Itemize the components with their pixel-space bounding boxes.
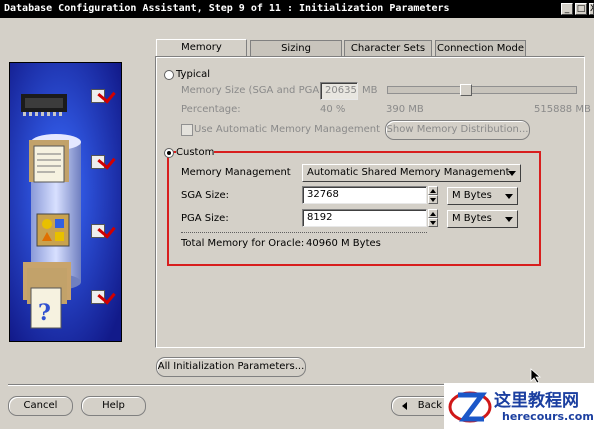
- shapes-icon: [36, 213, 70, 247]
- arrow-left-icon: [402, 402, 407, 410]
- sga-spin-up-icon[interactable]: [428, 186, 438, 195]
- total-memory-value: 40960 M Bytes: [306, 238, 381, 249]
- memory-management-value: Automatic Shared Memory Management: [307, 167, 510, 178]
- mouse-cursor-icon: [530, 368, 542, 384]
- window-title: Database Configuration Assistant, Step 9…: [4, 3, 450, 14]
- slider-max-label: 515888 MB: [534, 104, 591, 115]
- pga-spin-down-icon[interactable]: [428, 218, 438, 227]
- sga-unit-value: M Bytes: [452, 190, 492, 201]
- slider-min-label: 390 MB: [386, 104, 424, 115]
- cancel-button[interactable]: Cancel: [8, 396, 73, 416]
- memory-slider-track[interactable]: [387, 84, 577, 96]
- back-label: Back: [417, 400, 442, 411]
- watermark: 这里教程网 herecours.com: [444, 383, 594, 429]
- tab-character-sets[interactable]: Character Sets: [344, 40, 432, 57]
- total-divider: [181, 232, 427, 233]
- sga-size-input[interactable]: 32768: [302, 186, 427, 204]
- help-button[interactable]: Help: [81, 396, 146, 416]
- tab-connection-mode[interactable]: Connection Mode: [435, 40, 526, 57]
- tab-sizing[interactable]: Sizing: [250, 40, 342, 57]
- memory-size-unit: MB: [362, 85, 378, 96]
- watermark-logo-icon: [448, 391, 492, 423]
- memory-size-label: Memory Size (SGA and PGA):: [181, 85, 327, 96]
- percentage-label: Percentage:: [181, 104, 241, 115]
- show-memory-distribution-button[interactable]: Show Memory Distribution...: [385, 120, 530, 140]
- step-complete-check-icon: [91, 224, 105, 238]
- watermark-cn-text: 这里教程网: [494, 391, 579, 411]
- pga-unit-select[interactable]: M Bytes: [447, 210, 518, 228]
- wizard-image-panel: ?: [9, 62, 122, 342]
- step-complete-check-icon: [91, 155, 105, 169]
- typical-label: Typical: [176, 69, 210, 80]
- chevron-down-icon: [505, 194, 513, 199]
- memory-slider-thumb[interactable]: [460, 84, 472, 96]
- documents-icon: [29, 140, 69, 183]
- sga-size-label: SGA Size:: [181, 190, 230, 201]
- memory-management-select[interactable]: Automatic Shared Memory Management: [302, 164, 521, 182]
- tab-memory[interactable]: Memory: [156, 39, 247, 57]
- step-complete-check-icon: [91, 290, 105, 304]
- maximize-button[interactable]: □: [575, 3, 587, 15]
- total-memory-label: Total Memory for Oracle:: [181, 238, 305, 249]
- auto-memory-checkbox[interactable]: [181, 124, 193, 136]
- typical-radio[interactable]: [164, 70, 174, 80]
- title-bar: Database Configuration Assistant, Step 9…: [0, 0, 594, 18]
- pga-size-label: PGA Size:: [181, 213, 229, 224]
- pga-unit-value: M Bytes: [452, 213, 492, 224]
- custom-radio[interactable]: [164, 148, 174, 158]
- auto-memory-label: Use Automatic Memory Management: [194, 124, 381, 135]
- minimize-button[interactable]: _: [561, 3, 573, 15]
- memory-size-input[interactable]: 206355: [320, 82, 358, 100]
- close-button[interactable]: X: [589, 3, 594, 15]
- all-init-params-button[interactable]: All Initialization Parameters...: [156, 357, 306, 377]
- chevron-down-icon: [508, 171, 516, 176]
- sga-spin-down-icon[interactable]: [428, 195, 438, 204]
- pga-size-input[interactable]: 8192: [302, 209, 427, 227]
- sga-unit-select[interactable]: M Bytes: [447, 187, 518, 205]
- memory-management-label: Memory Management: [181, 167, 291, 178]
- step-complete-check-icon: [91, 89, 105, 103]
- chevron-down-icon: [505, 217, 513, 222]
- watermark-url-text: herecours.com: [502, 410, 594, 423]
- svg-text:?: ?: [38, 300, 51, 326]
- custom-label: Custom: [176, 147, 215, 158]
- pga-spin-up-icon[interactable]: [428, 209, 438, 218]
- percentage-value: 40 %: [320, 104, 346, 115]
